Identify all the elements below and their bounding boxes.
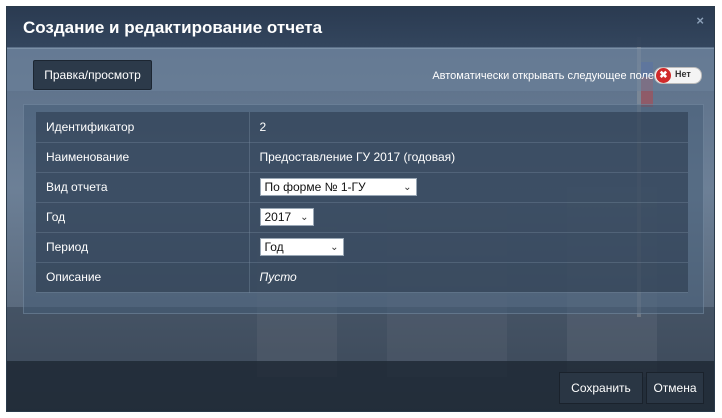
form-row-year: Год 2017 ⌄ [36, 202, 688, 233]
report-type-label: Вид отчета [36, 172, 250, 203]
description-value[interactable]: Пусто [249, 262, 688, 293]
name-value: Предоставление ГУ 2017 (годовая) [249, 142, 688, 173]
year-value: 2017 [264, 210, 292, 224]
chevron-down-icon: ⌄ [330, 241, 339, 253]
dialog-toolbar: Правка/просмотр Автоматически открывать … [7, 48, 714, 91]
report-type-value: По форме № 1-ГУ [264, 180, 366, 194]
period-label: Период [36, 232, 250, 263]
period-value: Год [264, 240, 284, 254]
chevron-down-icon: ⌄ [403, 181, 412, 193]
identifier-value: 2 [249, 112, 688, 143]
form-row-identifier: Идентификатор 2 [36, 112, 688, 143]
name-label: Наименование [36, 142, 250, 173]
report-form-panel: Идентификатор 2 Наименование Предоставле… [23, 104, 704, 314]
form-row-name: Наименование Предоставление ГУ 2017 (год… [36, 142, 688, 173]
year-select[interactable]: 2017 ⌄ [259, 208, 314, 226]
auto-open-toggle[interactable]: ✖ Нет [654, 67, 702, 84]
report-type-select[interactable]: По форме № 1-ГУ ⌄ [259, 178, 417, 196]
form-row-report-type: Вид отчета По форме № 1-ГУ ⌄ [36, 172, 688, 203]
save-button[interactable]: Сохранить [559, 372, 643, 404]
dialog-footer: Сохранить Отмена [7, 361, 714, 411]
chevron-down-icon: ⌄ [300, 211, 309, 223]
toggle-off-icon: ✖ [656, 68, 671, 83]
form-row-description: Описание Пусто [36, 262, 688, 293]
edit-view-button[interactable]: Правка/просмотр [33, 60, 152, 90]
form-row-period: Период Год ⌄ [36, 232, 688, 263]
close-icon[interactable]: × [696, 13, 704, 28]
dialog-title: Создание и редактирование отчета [23, 18, 323, 37]
cancel-button[interactable]: Отмена [646, 372, 704, 404]
report-edit-dialog: Создание и редактирование отчета × Правк… [6, 6, 715, 412]
identifier-label: Идентификатор [36, 112, 250, 143]
auto-open-next-field-label: Автоматически открывать следующее поле [432, 70, 654, 82]
description-label: Описание [36, 262, 250, 293]
report-form-table: Идентификатор 2 Наименование Предоставле… [36, 112, 688, 293]
year-label: Год [36, 202, 250, 233]
dialog-titlebar: Создание и редактирование отчета × [7, 7, 714, 47]
period-select[interactable]: Год ⌄ [259, 238, 344, 256]
toggle-state-label: Нет [675, 69, 691, 79]
